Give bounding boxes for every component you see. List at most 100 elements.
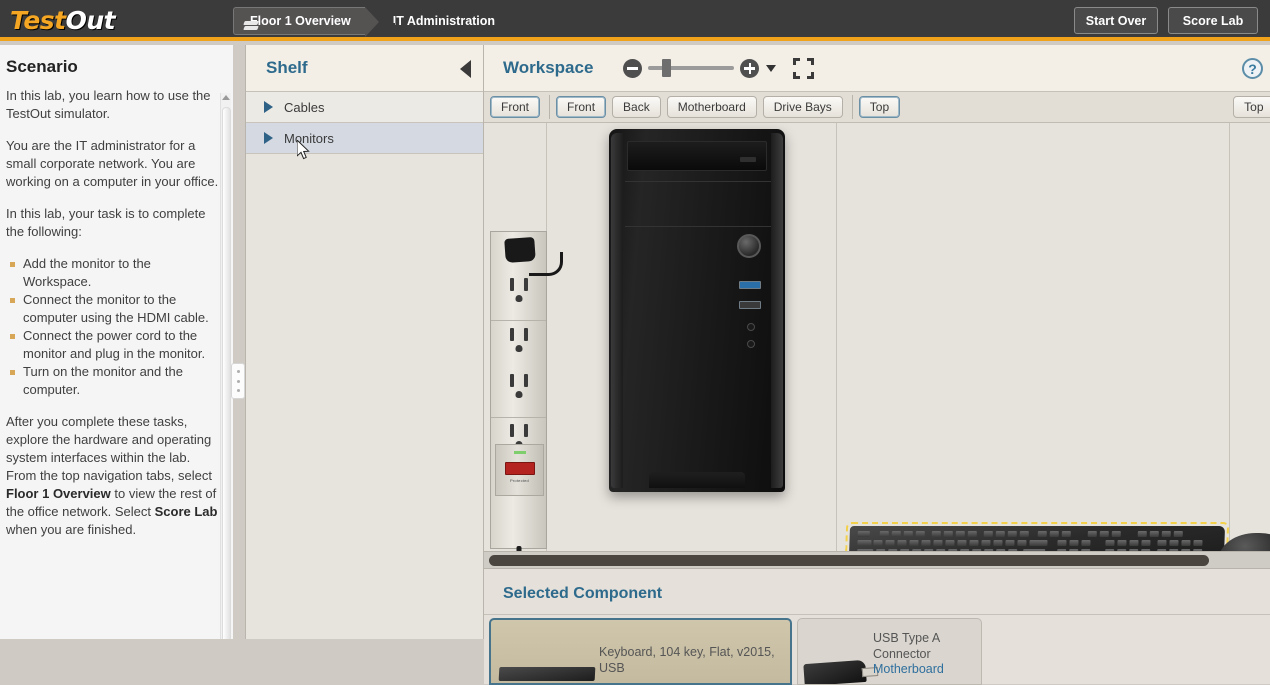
keyboard-selection-outline <box>843 522 1230 551</box>
expand-triangle-icon <box>264 132 273 144</box>
scenario-paragraph-2: You are the IT administrator for a small… <box>6 138 219 189</box>
audio-jack[interactable] <box>747 323 755 331</box>
shelf-item-cables[interactable]: Cables <box>246 92 484 123</box>
nav-tabs: Floor 1 Overview IT Administration <box>233 7 509 37</box>
tab-floor-1-overview[interactable]: Floor 1 Overview <box>233 7 379 37</box>
computer-tower-object[interactable] <box>609 129 785 492</box>
view-tab-back[interactable]: Back <box>612 96 661 118</box>
chevron-down-icon[interactable] <box>766 64 777 72</box>
tab-floor-1-overview-label: Floor 1 Overview <box>250 14 351 28</box>
testout-logo: TestOut <box>10 6 116 35</box>
shelf-item-monitors-label: Monitors <box>284 130 334 146</box>
minus-circle-icon[interactable] <box>623 58 643 78</box>
keyboard-thumbnail <box>498 667 596 681</box>
workspace-horizontal-scrollbar[interactable] <box>484 551 1270 568</box>
handle-dot <box>236 379 240 383</box>
power-led-icon <box>514 451 526 454</box>
task-item: Turn on the monitor and the computer. <box>6 363 219 399</box>
tower-side-panel <box>611 133 623 488</box>
task-item: Add the monitor to the Workspace. <box>6 255 219 291</box>
shelf-panel: Shelf Cables Monitors <box>245 45 484 639</box>
task-item: Connect the monitor to the computer usin… <box>6 291 219 327</box>
outlet[interactable] <box>502 278 536 314</box>
shelf-header: Shelf <box>246 45 484 92</box>
view-tab-motherboard[interactable]: Motherboard <box>666 96 757 118</box>
usb-3-port[interactable] <box>739 281 761 289</box>
view-tab-front-strip[interactable]: Front <box>490 96 541 118</box>
handle-dot <box>236 388 240 392</box>
shelf-body: Cables Monitors <box>246 92 484 639</box>
component-card-usb-connector[interactable]: USB Type A Connector Motherboard <box>797 618 982 685</box>
power-switch[interactable] <box>505 462 535 475</box>
plus-circle-icon[interactable] <box>740 58 760 78</box>
scenario-outro: After you complete these tasks, explore … <box>6 413 219 539</box>
scenario-panel: Scenario In this lab, you learn how to u… <box>0 45 233 639</box>
start-over-button[interactable]: Start Over <box>1074 7 1158 34</box>
view-tab-front[interactable]: Front <box>556 96 607 118</box>
component-card-keyboard-label: Keyboard, 104 key, Flat, v2015, USB <box>599 645 775 675</box>
handle-dot <box>236 370 240 374</box>
shelf-item-monitors[interactable]: Monitors <box>246 123 484 154</box>
view-tab-top-keyboard[interactable]: Top <box>858 96 901 118</box>
score-lab-button[interactable]: Score Lab <box>1168 7 1258 34</box>
view-tab-strip: Front Front Back Motherboard Drive Bays … <box>484 92 1270 123</box>
help-icon[interactable]: ? <box>1242 58 1263 79</box>
scenario-heading: Scenario <box>6 57 78 76</box>
tower-base <box>649 472 745 488</box>
scroll-thumb[interactable] <box>222 107 231 639</box>
workspace-header: Workspace ? <box>484 45 1270 92</box>
workspace-panel: Workspace ? Front Front Back Motherboard… <box>483 45 1270 685</box>
tab-divider <box>549 95 551 119</box>
optical-drive[interactable] <box>627 141 767 171</box>
tab-it-administration[interactable]: IT Administration <box>365 7 509 35</box>
shelf-item-cables-label: Cables <box>284 99 325 115</box>
task-item: Connect the power cord to the monitor an… <box>6 327 219 363</box>
power-button[interactable] <box>737 234 761 258</box>
canvas-divider <box>1229 123 1230 551</box>
component-card-usb-label: USB Type A Connector <box>873 631 940 661</box>
tab-divider <box>851 95 853 119</box>
outlet[interactable] <box>502 374 536 410</box>
power-cord <box>529 252 563 276</box>
tab-it-administration-label: IT Administration <box>392 14 496 28</box>
scenario-scrollbar[interactable] <box>220 93 231 639</box>
component-card-motherboard-link[interactable]: Motherboard <box>873 662 944 676</box>
zoom-slider-thumb[interactable] <box>662 59 672 77</box>
top-navigation-bar: TestOut Floor 1 Overview IT Administrati… <box>0 0 1270 41</box>
zoom-slider[interactable] <box>648 59 735 77</box>
scenario-paragraph-1: In this lab, you learn how to use the Te… <box>6 88 211 121</box>
switch-label: Protected <box>510 478 529 483</box>
view-tab-top-mouse[interactable]: Top <box>1233 96 1270 118</box>
scenario-outro-bold-score: Score Lab <box>154 504 218 519</box>
tower-side-panel <box>771 133 783 488</box>
view-tab-drive-bays[interactable]: Drive Bays <box>762 96 843 118</box>
usb-2-port[interactable] <box>739 301 761 309</box>
scroll-up-arrow-icon[interactable] <box>222 95 230 100</box>
shelf-title: Shelf <box>266 58 308 77</box>
logo-text-test: Test <box>10 6 66 35</box>
scenario-paragraph-3: In this lab, your task is to complete th… <box>6 206 206 239</box>
expand-triangle-icon <box>264 101 273 113</box>
chevron-left-icon[interactable] <box>460 60 471 78</box>
logo-text-out: Out <box>65 6 116 35</box>
scenario-task-list: Add the monitor to the Workspace. Connec… <box>6 255 219 399</box>
workspace-title: Workspace <box>503 58 594 77</box>
scenario-outro-part-1: After you complete these tasks, explore … <box>6 414 212 483</box>
workspace-canvas[interactable]: Protected <box>484 123 1270 551</box>
microphone-jack[interactable] <box>747 340 755 348</box>
usb-connector-thumbnail <box>803 659 867 684</box>
power-strip-object[interactable]: Protected <box>490 231 563 551</box>
selected-component-panel: Selected Component Keyboard, 104 key, Fl… <box>484 568 1270 685</box>
zoom-controls <box>623 57 815 79</box>
outlet[interactable] <box>502 328 536 364</box>
scenario-outro-part-3: when you are finished. <box>6 522 137 537</box>
component-card-keyboard[interactable]: Keyboard, 104 key, Flat, v2015, USB <box>489 618 792 685</box>
selected-component-heading: Selected Component <box>503 585 663 602</box>
workspace-scroll-thumb[interactable] <box>489 555 1209 566</box>
keyboard-object[interactable] <box>843 522 1230 551</box>
section-divider <box>484 614 1270 615</box>
panel-resize-handle[interactable] <box>231 363 245 399</box>
fullscreen-icon[interactable] <box>793 57 815 79</box>
scenario-outro-bold-floor: Floor 1 Overview <box>6 486 111 501</box>
surge-protector-switch-housing[interactable]: Protected <box>495 444 544 496</box>
